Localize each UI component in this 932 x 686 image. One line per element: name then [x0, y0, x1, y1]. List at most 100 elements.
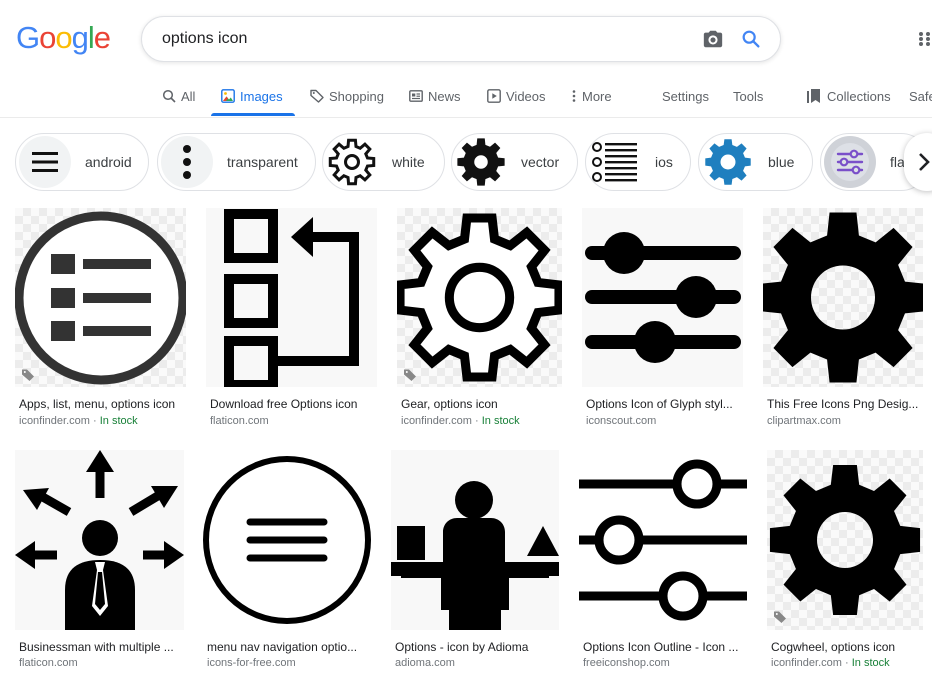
- result-thumbnail[interactable]: [397, 208, 562, 387]
- tab-label: All: [181, 88, 196, 104]
- magnifier-icon[interactable]: [740, 28, 762, 50]
- active-tab-indicator: [211, 113, 295, 116]
- result-source[interactable]: iconscout.com: [586, 415, 656, 427]
- image-result[interactable]: Businessman with multiple ... flaticon.c…: [15, 450, 185, 682]
- tag-icon: [774, 611, 786, 623]
- in-stock-label: In stock: [99, 415, 138, 427]
- chip-thumbnail: [326, 136, 378, 188]
- gear-outline-icon: [328, 138, 376, 186]
- chip-label: ios: [655, 154, 673, 170]
- chip-label: transparent: [227, 154, 298, 170]
- apps-grid-icon[interactable]: [918, 31, 932, 47]
- tab-label: News: [428, 88, 461, 104]
- related-search-chips: android transparent white vector ios blu…: [0, 133, 932, 193]
- chips-scroll-right-button[interactable]: [904, 133, 932, 191]
- list-icon: [592, 142, 637, 182]
- tab-settings[interactable]: Settings: [662, 76, 709, 116]
- tab-label: Tools: [733, 88, 764, 104]
- image-result[interactable]: Apps, list, menu, options icon iconfinde…: [15, 208, 187, 438]
- tag-icon: [22, 369, 34, 381]
- tag-icon: [310, 89, 324, 103]
- circle-menu-icon: [203, 456, 371, 624]
- tab-label: Collections: [827, 88, 891, 104]
- chip-thumbnail: [161, 136, 213, 188]
- chip-thumbnail: [19, 136, 71, 188]
- result-title[interactable]: Options Icon of Glyph styl...: [586, 397, 744, 411]
- image-result[interactable]: Download free Options icon flaticon.com: [206, 208, 378, 438]
- chevron-right-icon: [919, 153, 930, 171]
- chip-thumbnail: [702, 136, 754, 188]
- kebab-icon: [572, 90, 576, 102]
- chip-thumbnail: [455, 136, 507, 188]
- chip-vector[interactable]: vector: [451, 133, 578, 191]
- chip-ios[interactable]: ios: [585, 133, 691, 191]
- result-title[interactable]: This Free Icons Png Desig...: [767, 397, 923, 411]
- circle-list-icon: [15, 211, 186, 385]
- result-title[interactable]: Options - icon by Adioma: [395, 640, 559, 654]
- tab-all[interactable]: All: [162, 76, 195, 116]
- result-title[interactable]: Options Icon Outline - Icon ...: [583, 640, 747, 654]
- tab-label: Safe: [909, 88, 932, 104]
- tab-shopping[interactable]: Shopping: [310, 76, 384, 116]
- tab-collections[interactable]: Collections: [806, 76, 891, 116]
- result-title[interactable]: Gear, options icon: [401, 397, 565, 411]
- logo-letter: o: [55, 20, 72, 55]
- google-logo[interactable]: Google: [16, 20, 111, 56]
- sliders-outline-icon: [579, 459, 747, 621]
- result-source[interactable]: flaticon.com: [19, 657, 78, 669]
- image-result[interactable]: Options Icon of Glyph styl... iconscout.…: [582, 208, 744, 438]
- chip-blue[interactable]: blue: [698, 133, 813, 191]
- result-title[interactable]: Cogwheel, options icon: [771, 640, 925, 654]
- result-thumbnail[interactable]: [15, 208, 186, 387]
- result-domain: iconfinder.com: [19, 415, 90, 427]
- result-source[interactable]: adioma.com: [395, 657, 455, 669]
- tab-safe-search[interactable]: Safe: [909, 76, 932, 116]
- tab-images[interactable]: Images: [221, 76, 283, 116]
- result-domain: iconfinder.com: [401, 415, 472, 427]
- camera-icon[interactable]: [702, 28, 724, 50]
- tab-news[interactable]: News: [409, 76, 461, 116]
- result-title[interactable]: menu nav navigation optio...: [207, 640, 371, 654]
- result-source[interactable]: iconfinder.com · In stock: [771, 657, 890, 669]
- tab-videos[interactable]: Videos: [487, 76, 546, 116]
- chip-white[interactable]: white: [322, 133, 445, 191]
- search-input[interactable]: [162, 17, 682, 61]
- image-result[interactable]: menu nav navigation optio... icons-for-f…: [203, 450, 373, 682]
- result-thumbnail[interactable]: [767, 450, 923, 630]
- result-thumbnail[interactable]: [391, 450, 559, 630]
- logo-letter: G: [16, 20, 40, 55]
- chip-thumbnail: [589, 136, 641, 188]
- result-thumbnail[interactable]: [203, 450, 371, 630]
- tab-label: Settings: [662, 88, 709, 104]
- result-thumbnail[interactable]: [579, 450, 747, 630]
- result-source[interactable]: freeiconshop.com: [583, 657, 670, 669]
- result-source[interactable]: clipartmax.com: [767, 415, 841, 427]
- image-icon: [221, 89, 235, 103]
- image-result[interactable]: Cogwheel, options icon iconfinder.com · …: [767, 450, 925, 682]
- image-result[interactable]: Gear, options icon iconfinder.com · In s…: [397, 208, 563, 438]
- result-thumbnail[interactable]: [582, 208, 743, 387]
- tab-tools[interactable]: Tools: [733, 76, 763, 116]
- image-result[interactable]: Options Icon Outline - Icon ... freeicon…: [579, 450, 749, 682]
- tab-more[interactable]: More: [571, 76, 612, 116]
- result-title[interactable]: Businessman with multiple ...: [19, 640, 183, 654]
- result-source[interactable]: iconfinder.com · In stock: [19, 415, 138, 427]
- result-title[interactable]: Apps, list, menu, options icon: [19, 397, 187, 411]
- image-result[interactable]: This Free Icons Png Desig... clipartmax.…: [763, 208, 923, 438]
- tab-label: Videos: [506, 88, 546, 104]
- hamburger-icon: [32, 152, 58, 172]
- chip-label: blue: [768, 154, 795, 170]
- result-thumbnail[interactable]: [15, 450, 184, 630]
- result-thumbnail[interactable]: [206, 208, 377, 387]
- result-thumbnail[interactable]: [763, 208, 923, 387]
- result-source[interactable]: flaticon.com: [210, 415, 269, 427]
- result-source[interactable]: iconfinder.com · In stock: [401, 415, 520, 427]
- chip-android[interactable]: android: [15, 133, 149, 191]
- search-icon: [162, 89, 176, 103]
- result-title[interactable]: Download free Options icon: [210, 397, 378, 411]
- image-result[interactable]: Options - icon by Adioma adioma.com: [391, 450, 559, 682]
- chip-transparent[interactable]: transparent: [157, 133, 316, 191]
- bookmark-icon: [807, 89, 820, 103]
- result-source[interactable]: icons-for-free.com: [207, 657, 296, 669]
- play-icon: [487, 89, 501, 103]
